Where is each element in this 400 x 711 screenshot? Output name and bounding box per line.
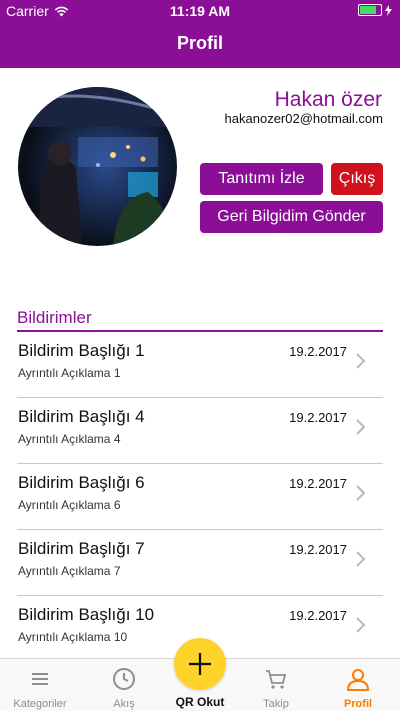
chevron-right-icon	[356, 485, 366, 501]
status-bar: Carrier 11:19 AM	[0, 0, 400, 22]
notification-title: Bildirim Başlığı 7	[18, 539, 145, 558]
notification-description: Ayrıntılı Açıklama 10	[18, 630, 128, 644]
notifications-title: Bildirimler	[17, 308, 92, 327]
notification-description: Ayrıntılı Açıklama 7	[18, 564, 121, 578]
page-title: Profil	[176, 33, 223, 53]
tab-label: QR Okut	[175, 695, 225, 709]
user-name: Hakan özer	[274, 88, 382, 111]
send-feedback-button[interactable]: Geri Bilgidim Gönder	[200, 201, 383, 233]
plus-icon	[189, 653, 211, 675]
tab-label: Profil	[343, 698, 373, 710]
watch-intro-button[interactable]: Tanıtımı İzle	[200, 163, 323, 195]
notification-item[interactable]: Bildirim Başlığı 7 19.2.2017 Ayrıntılı A…	[0, 530, 400, 596]
notification-description: Ayrıntılı Açıklama 4	[18, 432, 121, 446]
qr-scan-button[interactable]	[174, 638, 226, 690]
notification-item[interactable]: Bildirim Başlığı 4 19.2.2017 Ayrıntılı A…	[0, 398, 400, 464]
notification-date: 19.2.2017	[289, 542, 347, 557]
chevron-right-icon	[356, 353, 366, 369]
notification-description: Ayrıntılı Açıklama 1	[18, 366, 121, 380]
tab-label: Takip	[263, 698, 289, 710]
charging-icon	[385, 4, 392, 16]
notification-description: Ayrıntılı Açıklama 6	[18, 498, 121, 512]
tab-kategoriler[interactable]: Kategoriler	[0, 659, 80, 711]
tab-takip[interactable]: Takip	[236, 659, 316, 711]
status-time: 11:19 AM	[169, 3, 231, 19]
user-email: hakanozer02@hotmail.com	[224, 111, 383, 126]
logout-button[interactable]: Çıkış	[331, 163, 383, 195]
status-battery	[358, 4, 392, 16]
user-icon	[346, 669, 370, 691]
battery-icon	[358, 4, 382, 16]
clock-icon	[113, 668, 135, 690]
menu-icon	[32, 673, 48, 685]
notification-date: 19.2.2017	[289, 608, 347, 623]
tab-label: Kategoriler	[13, 698, 67, 710]
notification-date: 19.2.2017	[289, 410, 347, 425]
cart-icon	[266, 670, 287, 689]
notification-item[interactable]: Bildirim Başlığı 6 19.2.2017 Ayrıntılı A…	[0, 464, 400, 530]
top-bar: Carrier 11:19 AM Profil	[0, 0, 400, 68]
notification-title: Bildirim Başlığı 4	[18, 407, 145, 426]
chevron-right-icon	[356, 419, 366, 435]
notification-title: Bildirim Başlığı 1	[18, 341, 145, 360]
notification-date: 19.2.2017	[289, 344, 347, 359]
notification-title: Bildirim Başlığı 6	[18, 473, 145, 492]
chevron-right-icon	[356, 551, 366, 567]
chevron-right-icon	[356, 617, 366, 633]
tab-akis[interactable]: Akış	[84, 659, 164, 711]
tab-profil[interactable]: Profil	[318, 659, 398, 711]
notification-item[interactable]: Bildirim Başlığı 1 19.2.2017 Ayrıntılı A…	[0, 332, 400, 398]
tab-label: Akış	[113, 698, 135, 710]
notification-title: Bildirim Başlığı 10	[18, 605, 155, 624]
notification-list: Bildirim Başlığı 1 19.2.2017 Ayrıntılı A…	[0, 332, 400, 662]
notification-date: 19.2.2017	[289, 476, 347, 491]
avatar	[18, 87, 177, 246]
profile-photo	[18, 87, 177, 246]
battery-level	[360, 6, 376, 14]
